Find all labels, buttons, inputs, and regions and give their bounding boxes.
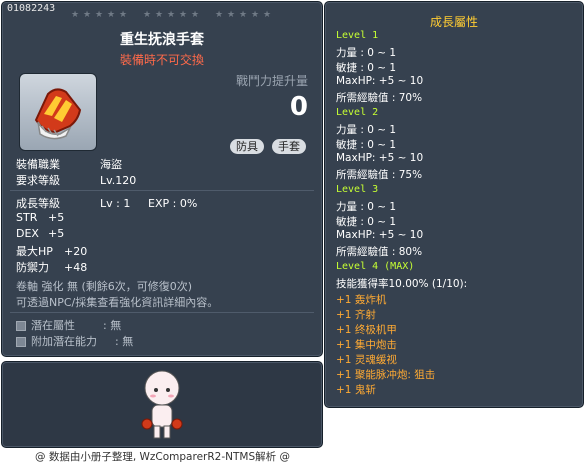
skill-bonus: +1 灵魂缓视 — [336, 354, 397, 366]
additional-potential-row: 附加潛在能力 : 無 — [16, 333, 133, 349]
growth-level: Lv : 1 — [100, 197, 131, 210]
level-line: 技能獲得率10.00% (1/10): — [336, 278, 468, 290]
stat-value: +20 — [64, 245, 88, 258]
star-icon: ★ — [190, 10, 200, 20]
level-line: MaxHP: +5 ~ 10 — [336, 229, 424, 241]
category-tag-armor: 防具 — [230, 139, 264, 154]
stat-row: STR +5 — [16, 211, 64, 224]
star-icon: ★ — [250, 10, 260, 20]
item-id: 01082243 — [7, 3, 56, 14]
level-header: Level 3 — [336, 184, 379, 195]
star-icon: ★ — [262, 10, 272, 20]
star-icon: ★ — [142, 10, 152, 20]
potential-icon — [16, 337, 26, 347]
level-header: Level 1 — [336, 30, 379, 41]
star-icon: ★ — [70, 10, 80, 20]
stat-value: +5 — [48, 227, 65, 240]
level-line: 敏捷 : 0 ~ 1 — [336, 216, 397, 228]
additional-potential-label: 附加潛在能力 — [31, 335, 97, 348]
level-line: 敏捷 : 0 ~ 1 — [336, 62, 397, 74]
character-preview-panel — [1, 361, 323, 448]
level-header: Level 4 (MAX) — [336, 261, 415, 272]
growth-label: 成長等級 — [16, 197, 60, 210]
level-req-value: Lv.120 — [100, 174, 137, 187]
level-line: 敏捷 : 0 ~ 1 — [336, 139, 397, 151]
skill-bonus: +1 轰炸机 — [336, 294, 387, 306]
power-value: 0 — [289, 92, 308, 122]
divider — [10, 190, 314, 191]
potential-label: 潛在屬性 — [31, 319, 75, 332]
stat-value: +5 — [48, 211, 65, 224]
skill-bonus: +1 集中炮击 — [336, 339, 397, 351]
star-icon: ★ — [226, 10, 236, 20]
stat-row: DEX +5 — [16, 227, 64, 240]
star-icon: ★ — [118, 10, 128, 20]
level-line: 所需經驗值 : 70% — [336, 92, 423, 104]
star-icon: ★ — [214, 10, 224, 20]
item-icon-frame — [19, 73, 97, 151]
character-avatar — [141, 370, 183, 439]
tradeability-note: 裝備時不可交換 — [119, 53, 204, 67]
glove-icon — [34, 88, 82, 140]
star-icon: ★ — [106, 10, 116, 20]
level-line: 力量 : 0 ~ 1 — [336, 124, 397, 136]
stat-name: 防禦力 — [16, 261, 49, 274]
job-label: 裝備職業 — [16, 158, 60, 171]
stat-row: 最大HP +20 — [16, 243, 87, 259]
level-line: MaxHP: +5 ~ 10 — [336, 152, 424, 164]
skill-bonus: +1 齐射 — [336, 309, 376, 321]
growth-exp: EXP : 0% — [148, 197, 198, 210]
potential-value: : 無 — [103, 319, 122, 332]
star-icon: ★ — [238, 10, 248, 20]
star-icon: ★ — [166, 10, 176, 20]
item-tooltip-panel: 01082243 ★ ★ ★ ★ ★ ★ ★ ★ ★ ★ ★ ★ ★ ★ ★ 重生抚浪手套 裝備時不可交… — [1, 1, 323, 357]
stat-name: DEX — [16, 227, 39, 240]
star-icon: ★ — [82, 10, 92, 20]
star-icon: ★ — [154, 10, 164, 20]
skill-bonus: +1 鬼斩 — [336, 384, 376, 396]
stat-value: +48 — [64, 261, 88, 274]
level-req-row: 要求等級 Lv.120 — [16, 172, 136, 188]
additional-potential-value: : 無 — [115, 335, 134, 348]
star-force-row: ★ ★ ★ ★ ★ ★ ★ ★ ★ ★ ★ ★ ★ ★ ★ — [70, 10, 272, 20]
potential-icon — [16, 321, 26, 331]
star-icon: ★ — [94, 10, 104, 20]
scroll-info: 卷軸 強化 無 (剩餘6次，可修復0次) — [16, 280, 193, 293]
skill-bonus: +1 聚能脉冲炮: 狙击 — [336, 369, 436, 381]
level-line: 所需經驗值 : 75% — [336, 169, 423, 181]
level-line: 力量 : 0 ~ 1 — [336, 201, 397, 213]
growth-panel-title: 成長屬性 — [429, 15, 478, 29]
level-req-label: 要求等級 — [16, 174, 60, 187]
npc-note: 可透過NPC/採集查看強化資訊詳細內容。 — [16, 296, 219, 309]
growth-attributes-panel: 成長屬性 Level 1 力量 : 0 ~ 1 敏捷 : 0 ~ 1 MaxHP… — [324, 1, 584, 408]
category-tag-gloves: 手套 — [272, 139, 306, 154]
power-label: 戰鬥力提升量 — [235, 74, 308, 88]
footer-credit: @ 数据由小册子整理, WzComparerR2-NTMS解析 @ — [35, 451, 290, 463]
stat-name: 最大HP — [16, 245, 53, 258]
level-line: MaxHP: +5 ~ 10 — [336, 75, 424, 87]
stat-row: 防禦力 +48 — [16, 259, 87, 275]
stat-name: STR — [16, 211, 38, 224]
level-line: 力量 : 0 ~ 1 — [336, 47, 397, 59]
item-name: 重生抚浪手套 — [120, 32, 204, 48]
job-value: 海盜 — [100, 158, 122, 171]
potential-row: 潛在屬性 : 無 — [16, 317, 121, 333]
skill-bonus: +1 终极机甲 — [336, 324, 397, 336]
growth-row: 成長等級 Lv : 1 EXP : 0% — [16, 195, 197, 211]
level-header: Level 2 — [336, 107, 379, 118]
divider — [10, 312, 314, 313]
job-row: 裝備職業 海盜 — [16, 156, 122, 172]
star-icon: ★ — [178, 10, 188, 20]
level-line: 所需經驗值 : 80% — [336, 246, 423, 258]
